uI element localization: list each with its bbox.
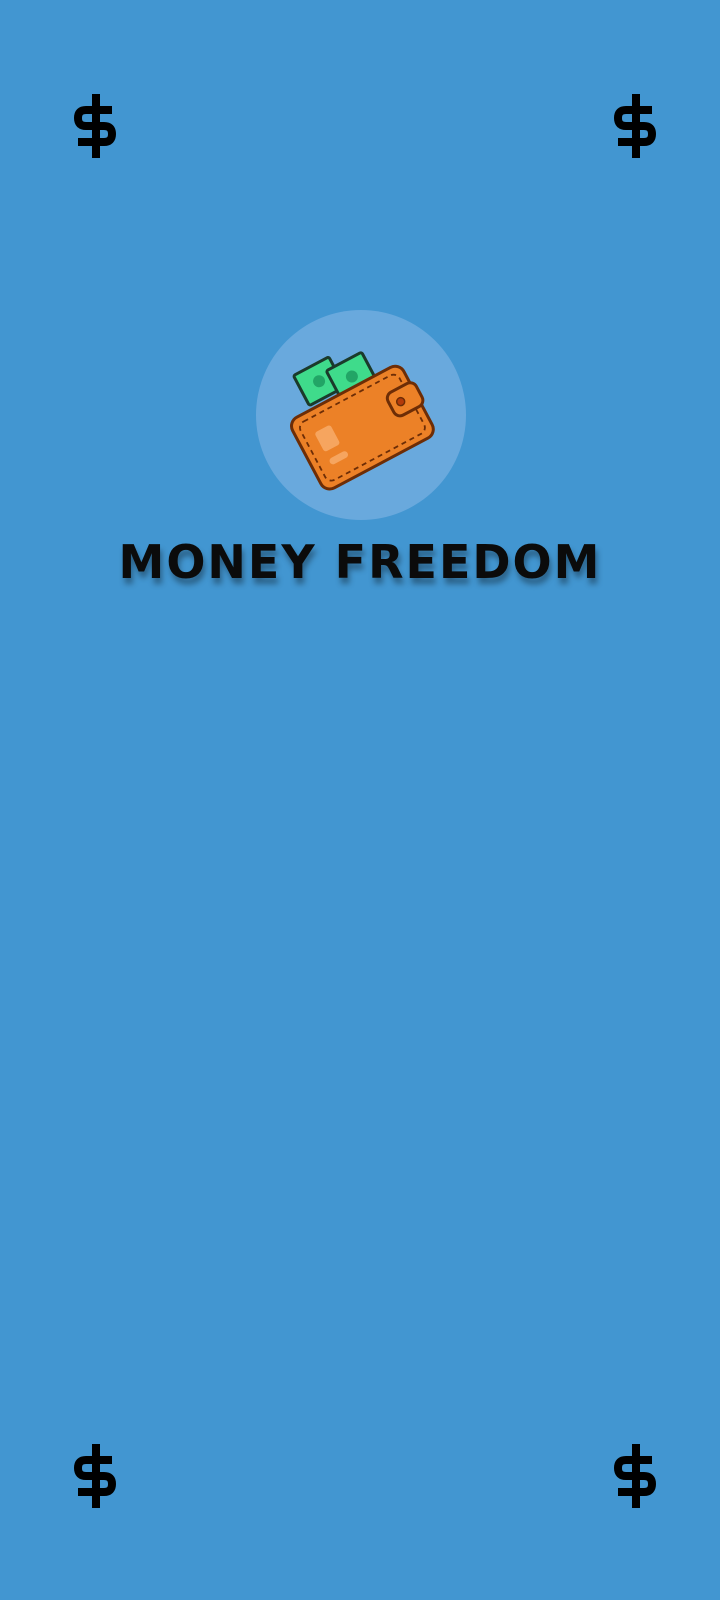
dollar-sign-icon [612,94,658,158]
dollar-sign-icon [72,94,118,158]
app-logo [256,310,466,520]
dollar-sign-icon [612,1444,658,1508]
app-title: MONEY FREEDOM [118,535,602,589]
dollar-sign-icon [72,1444,118,1508]
wallet-with-cash-icon [290,351,435,491]
splash-screen: MONEY FREEDOM [0,0,720,1600]
